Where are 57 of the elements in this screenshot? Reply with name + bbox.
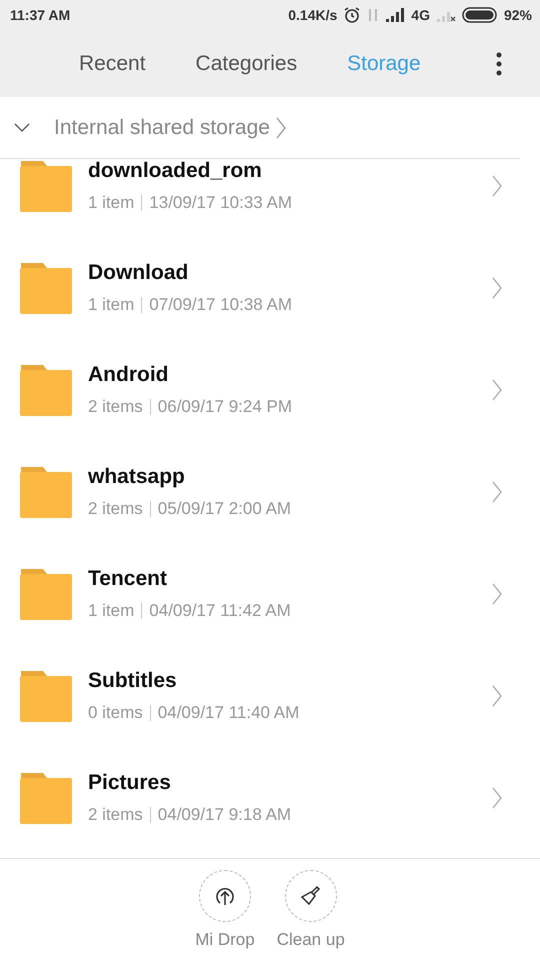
breadcrumb-path[interactable]: Internal shared storage [54, 116, 270, 140]
chevron-right-icon [492, 481, 502, 503]
network-speed: 0.14K/s [288, 7, 338, 23]
folder-icon [19, 567, 73, 621]
chevron-right-icon [492, 787, 502, 809]
item-count: 2 items [88, 397, 143, 417]
modified-date: 07/09/17 10:38 AM [149, 295, 292, 315]
tab[interactable]: Recent [60, 52, 165, 76]
folder-row[interactable]: Download 1 item 07/09/17 10:38 AM [0, 237, 540, 339]
chevron-right-icon [276, 116, 286, 138]
alarm-clock-icon [343, 6, 362, 24]
folder-icon [19, 159, 73, 213]
folder-name: Tencent [88, 567, 168, 591]
folder-icon [19, 261, 73, 315]
folder-row[interactable]: downloaded_rom 1 item 13/09/17 10:33 AM [0, 159, 540, 237]
chevron-right-icon [492, 277, 502, 299]
modified-date: 05/09/17 2:00 AM [158, 499, 292, 519]
folder-icon [19, 363, 73, 417]
chevron-right-icon [492, 379, 502, 401]
folder-name: Pictures [88, 771, 172, 795]
folder-icon [19, 669, 73, 723]
folder-name: Subtitles [88, 669, 178, 693]
item-count: 1 item [88, 295, 134, 315]
folder-row[interactable]: Subtitles 0 items 04/09/17 11:40 AM [0, 645, 540, 747]
item-count: 2 items [88, 805, 143, 825]
folder-name: downloaded_rom [88, 159, 263, 183]
collapse-chevron-icon[interactable] [14, 122, 30, 132]
folder-icon [19, 465, 73, 519]
more-options-icon[interactable] [496, 52, 502, 76]
chevron-right-icon [492, 175, 502, 197]
modified-date: 04/09/17 11:40 AM [158, 703, 300, 723]
item-count: 2 items [88, 499, 143, 519]
chevron-right-icon [492, 583, 502, 605]
modified-date: 06/09/17 9:24 PM [158, 397, 292, 417]
tab[interactable]: Categories [176, 52, 316, 76]
signal-icon [385, 8, 406, 22]
folder-row[interactable]: Pictures 2 items 04/09/17 9:18 AM [0, 747, 540, 849]
action-button[interactable]: Clean up [276, 870, 345, 950]
folder-row[interactable]: Tencent 1 item 04/09/17 11:42 AM [0, 543, 540, 645]
status-time: 11:37 AM [10, 7, 70, 23]
item-count: 1 item [88, 193, 134, 213]
chevron-right-icon [492, 685, 502, 707]
folder-row[interactable]: Android 2 items 06/09/17 9:24 PM [0, 339, 540, 441]
network-type: 4G [411, 7, 430, 23]
battery-level: 92% [504, 7, 532, 23]
item-count: 1 item [88, 601, 134, 621]
folder-name: Download [88, 261, 190, 285]
modified-date: 04/09/17 11:42 AM [149, 601, 291, 621]
folder-icon [19, 771, 73, 825]
brush-icon [300, 884, 322, 906]
folder-row[interactable]: whatsapp 2 items 05/09/17 2:00 AM [0, 441, 540, 543]
folder-name: whatsapp [88, 465, 186, 489]
item-count: 0 items [88, 703, 143, 723]
battery-icon [462, 7, 498, 23]
folder-name: Android [88, 363, 170, 387]
modified-date: 13/09/17 10:33 AM [149, 193, 292, 213]
modified-date: 04/09/17 9:18 AM [158, 805, 292, 825]
